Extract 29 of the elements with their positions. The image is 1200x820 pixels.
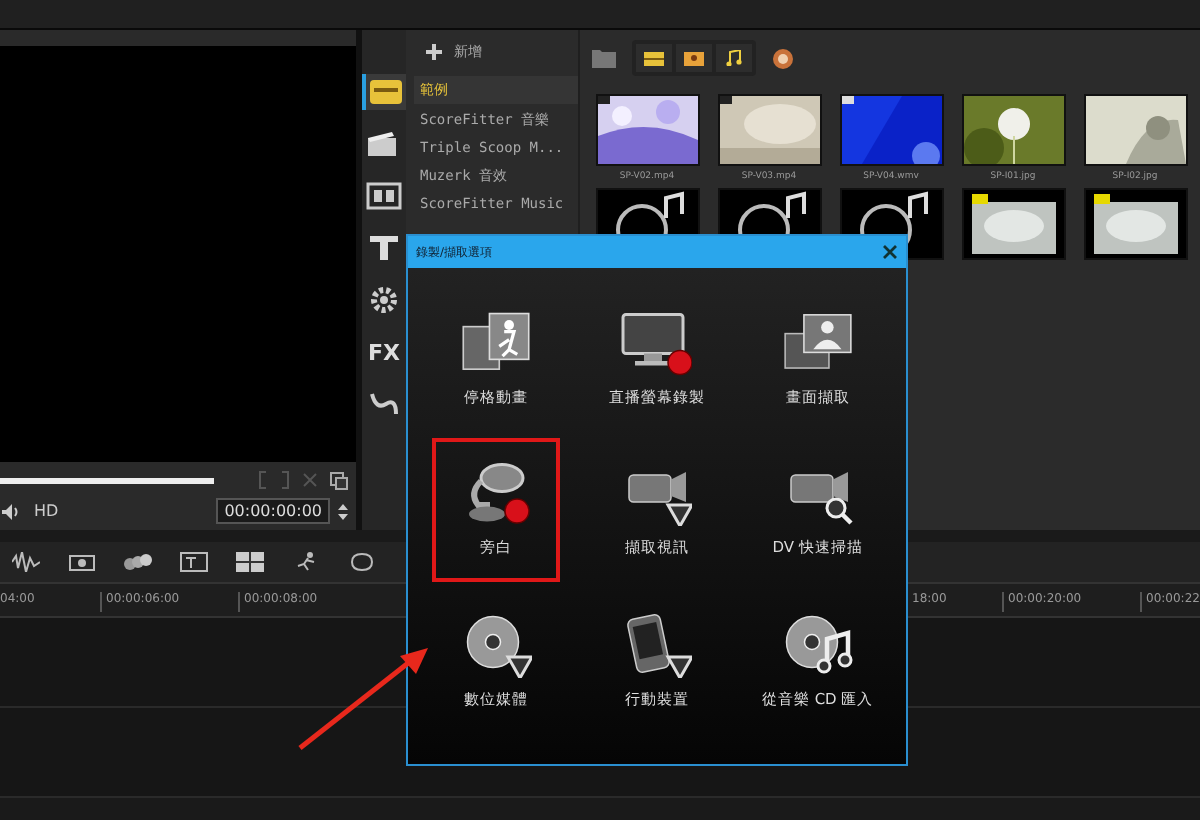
- media-tab[interactable]: [362, 74, 406, 110]
- copy-icon[interactable]: [330, 471, 348, 489]
- title-box-icon[interactable]: [180, 552, 208, 572]
- text-tab[interactable]: [364, 230, 404, 266]
- title-tab[interactable]: [364, 178, 404, 214]
- camera-icon[interactable]: [68, 552, 96, 572]
- circles-icon[interactable]: [124, 552, 152, 572]
- close-button[interactable]: [882, 244, 898, 260]
- round-badge-icon[interactable]: [772, 47, 794, 69]
- grid-icon[interactable]: [236, 552, 264, 572]
- scrub-bar[interactable]: [0, 477, 214, 483]
- music-note-icon: [726, 50, 742, 66]
- spin-arrows-icon[interactable]: [338, 501, 348, 521]
- runner-icon[interactable]: [292, 552, 320, 572]
- monitor-record-icon: [620, 310, 693, 377]
- disc-music-icon: [781, 611, 854, 678]
- photo-icon: [684, 51, 704, 65]
- hd-label[interactable]: HD: [28, 502, 59, 520]
- timecode-field[interactable]: 00:00:00:00: [216, 498, 330, 524]
- film-icon: [644, 51, 664, 65]
- video-filter-button[interactable]: [636, 44, 672, 72]
- photo-filter-button[interactable]: [676, 44, 712, 72]
- plus-icon: [426, 44, 442, 60]
- blob-icon[interactable]: [348, 552, 376, 572]
- folder-icon[interactable]: [592, 48, 616, 68]
- fx-tab[interactable]: FX: [364, 334, 404, 370]
- music-filter-button[interactable]: [716, 44, 752, 72]
- speaker-icon[interactable]: [0, 503, 20, 519]
- waveform-icon[interactable]: [12, 552, 40, 572]
